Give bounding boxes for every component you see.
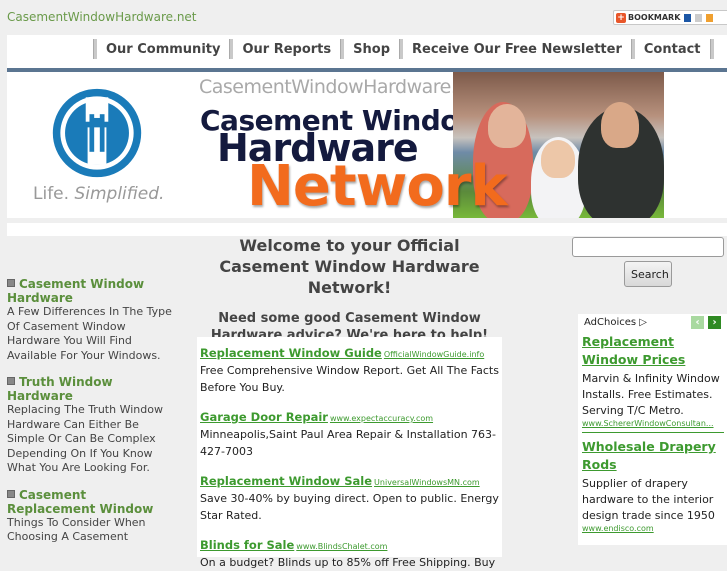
ad-item: Replacement Window Guide OfficialWindowGu…: [200, 342, 499, 396]
sidebar-ad-item: Wholesale Drapery Rods Supplier of drape…: [582, 438, 724, 533]
ad-title-link[interactable]: Garage Door Repair: [200, 410, 328, 424]
ad-url-link[interactable]: UniversalWindowsMN.com: [374, 478, 480, 487]
nav-shop[interactable]: Shop: [350, 42, 393, 57]
sidebar-ads: AdChoices ▷ ‹ › Replacement Window Price…: [578, 314, 727, 545]
bookmark-button[interactable]: + BOOKMARK: [613, 10, 727, 25]
bookmark-label: BOOKMARK: [628, 13, 681, 22]
ad-description: Minneapolis,Saint Paul Area Repair & Ins…: [200, 428, 497, 458]
bullet-icon: [7, 377, 15, 385]
article-item: Casement Window Hardware A Few Differenc…: [7, 277, 177, 363]
ad-url-link[interactable]: www.expectaccuracy.com: [330, 414, 433, 423]
logo-tagline: Life. Simplified.: [33, 184, 164, 204]
sidebar-ad-description: Supplier of drapery hardware to the inte…: [582, 477, 715, 522]
logo-icon: [52, 88, 142, 178]
sidebar-ad-title-link[interactable]: Replacement Window Prices: [582, 333, 724, 369]
article-description: Replacing The Truth Window Hardware Can …: [7, 403, 163, 474]
sponsored-links: Replacement Window Guide OfficialWindowGu…: [197, 337, 502, 569]
delicious-icon: [684, 13, 692, 22]
nav-separator: [93, 39, 97, 59]
article-item: Casement Replacement Window Things To Co…: [7, 488, 177, 545]
photo-face: [601, 102, 639, 148]
search-button[interactable]: Search: [624, 261, 672, 287]
plus-icon: +: [616, 12, 626, 23]
adchoices-label: AdChoices: [584, 317, 637, 328]
header-banner[interactable]: Life. Simplified. CasementWindowHardware…: [7, 72, 727, 219]
ad-title-link[interactable]: Replacement Window Sale: [200, 474, 372, 488]
nav-separator: [709, 39, 714, 59]
sidebar-ad-url-link[interactable]: www.endisco.com: [582, 524, 724, 533]
site-title[interactable]: CasementWindowHardware.net: [7, 10, 197, 24]
photo-face: [488, 104, 526, 148]
article-description: Things To Consider When Choosing A Casem…: [7, 515, 146, 544]
ad-url-link[interactable]: www.BlindsChalet.com: [296, 542, 387, 551]
sidebar-ad-item: Replacement Window Prices Marvin & Infin…: [582, 333, 724, 428]
stumbleupon-icon: [706, 13, 714, 22]
adchoices-link[interactable]: AdChoices ▷: [584, 317, 647, 328]
article-description: A Few Differences In The Type Of Casemen…: [7, 305, 172, 362]
banner-title-line3: Network: [247, 154, 508, 219]
nav-separator: [630, 39, 635, 59]
ad-description: Save 30-40% by buying direct. Open to pu…: [200, 492, 499, 522]
ad-item: Replacement Window Sale UniversalWindowsM…: [200, 470, 499, 524]
bullet-icon: [7, 489, 15, 498]
digg-icon: [695, 13, 703, 22]
nav-our-community[interactable]: Our Community: [103, 42, 223, 57]
search-input[interactable]: [572, 237, 724, 257]
nav-contact[interactable]: Contact: [641, 42, 704, 57]
ad-title-link[interactable]: Blinds for Sale: [200, 538, 294, 552]
sidebar-ad-divider: [582, 432, 724, 433]
article-link[interactable]: Casement Replacement Window: [7, 488, 177, 516]
nav-our-reports[interactable]: Our Reports: [239, 42, 334, 57]
article-link[interactable]: Truth Window Hardware: [7, 375, 177, 403]
adchoices-icon: ▷: [639, 317, 647, 328]
nav-separator: [229, 39, 234, 59]
sidebar-ad-description: Marvin & Infinity Window Installs. Free …: [582, 372, 720, 417]
prev-ad-button[interactable]: ‹: [691, 316, 704, 329]
welcome-heading: Welcome to your Official Casement Window…: [219, 236, 480, 297]
ad-item: Blinds for Sale www.BlindsChalet.com On a…: [200, 534, 499, 571]
main-content: Welcome to your Official Casement Window…: [197, 235, 502, 344]
sidebar-ad-url-link[interactable]: www.SchererWindowConsultan...: [582, 419, 724, 428]
next-ad-button[interactable]: ›: [708, 316, 721, 329]
photo-face: [541, 140, 575, 178]
article-item: Truth Window Hardware Replacing The Trut…: [7, 375, 177, 476]
tagline-part-1: Life.: [33, 184, 70, 204]
ad-description: On a budget? Blinds up to 85% off Free S…: [200, 556, 496, 569]
ad-title-link[interactable]: Replacement Window Guide: [200, 346, 382, 360]
chevron-left-icon: ‹: [695, 317, 700, 328]
chevron-right-icon: ›: [712, 317, 717, 328]
ad-item: Garage Door Repair www.expectaccuracy.com…: [200, 406, 499, 460]
nav-separator: [399, 39, 403, 59]
top-navigation: Our Community Our Reports Shop Receive O…: [7, 35, 727, 68]
tagline-part-2: Simplified.: [74, 184, 165, 204]
ad-url-link[interactable]: OfficialWindowGuide.info: [384, 350, 484, 359]
sidebar-ad-title-link[interactable]: Wholesale Drapery Rods: [582, 438, 724, 474]
ad-description: Free Comprehensive Window Report. Get Al…: [200, 364, 499, 394]
nav-newsletter[interactable]: Receive Our Free Newsletter: [409, 42, 625, 57]
article-link[interactable]: Casement Window Hardware: [7, 277, 177, 305]
bullet-icon: [7, 279, 15, 287]
banner-domain: CasementWindowHardware.net: [199, 76, 487, 98]
article-list: Casement Window Hardware A Few Differenc…: [7, 277, 177, 557]
nav-separator: [340, 39, 345, 59]
